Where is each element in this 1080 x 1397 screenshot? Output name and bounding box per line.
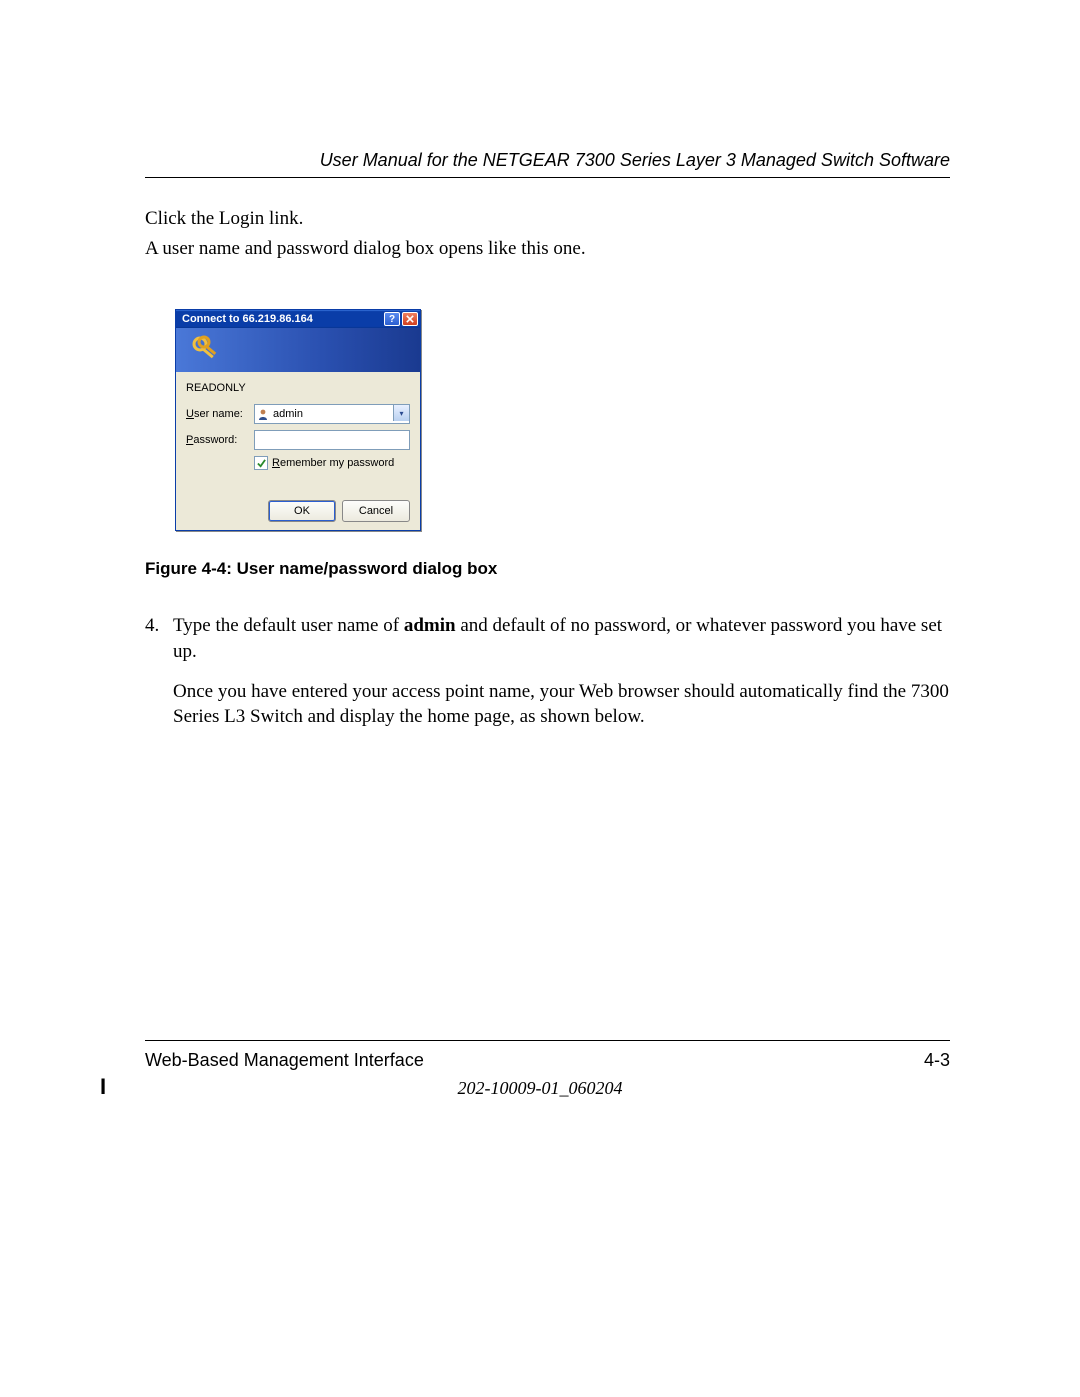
close-icon[interactable] xyxy=(402,312,418,326)
intro-line-2: A user name and password dialog box open… xyxy=(145,236,950,262)
dialog-button-row: OK Cancel xyxy=(186,500,410,522)
change-bar-icon: I xyxy=(100,1074,106,1100)
step4-para1: Type the default user name of admin and … xyxy=(173,613,950,664)
footer-section-title: Web-Based Management Interface xyxy=(145,1050,424,1071)
username-input[interactable]: admin ▾ xyxy=(254,404,410,424)
page-header-title: User Manual for the NETGEAR 7300 Series … xyxy=(145,150,950,178)
username-row: User name: admin ▾ xyxy=(186,404,410,424)
footer-page-number: 4-3 xyxy=(924,1050,950,1071)
auth-dialog: Connect to 66.219.86.164 ? READONLY xyxy=(175,309,421,531)
footer-line-1: Web-Based Management Interface 4-3 xyxy=(145,1050,950,1071)
ok-button[interactable]: OK xyxy=(268,500,336,522)
help-icon[interactable]: ? xyxy=(384,312,400,326)
dialog-title-text: Connect to 66.219.86.164 xyxy=(182,313,382,325)
step-text: Type the default user name of admin and … xyxy=(173,613,950,744)
footer-rule xyxy=(145,1040,950,1041)
remember-label: Remember my password xyxy=(272,457,394,469)
username-label: User name: xyxy=(186,408,254,420)
person-icon xyxy=(257,408,269,420)
figure-caption: Figure 4-4: User name/password dialog bo… xyxy=(145,559,950,579)
figure-container: Connect to 66.219.86.164 ? READONLY xyxy=(175,309,950,531)
dialog-titlebar[interactable]: Connect to 66.219.86.164 ? xyxy=(176,310,420,328)
remember-checkbox[interactable] xyxy=(254,456,268,470)
auth-realm: READONLY xyxy=(186,382,410,394)
dialog-banner xyxy=(176,328,420,372)
password-row: Password: xyxy=(186,430,410,450)
password-input[interactable] xyxy=(254,430,410,450)
step-4: 4. Type the default user name of admin a… xyxy=(145,613,950,744)
footer-doc-number: 202-10009-01_060204 xyxy=(0,1078,1080,1099)
step-number: 4. xyxy=(145,613,173,744)
intro-text: Click the Login link. A user name and pa… xyxy=(145,206,950,261)
dialog-body: READONLY User name: admin ▾ Password: xyxy=(176,372,420,530)
intro-line-1: Click the Login link. xyxy=(145,206,950,232)
username-value: admin xyxy=(273,408,303,420)
chevron-down-icon[interactable]: ▾ xyxy=(393,405,409,421)
remember-row[interactable]: Remember my password xyxy=(254,456,410,470)
manual-page: User Manual for the NETGEAR 7300 Series … xyxy=(0,0,1080,1397)
password-label: Password: xyxy=(186,434,254,446)
cancel-button[interactable]: Cancel xyxy=(342,500,410,522)
step4-para2: Once you have entered your access point … xyxy=(173,679,950,730)
keys-icon xyxy=(190,334,220,364)
